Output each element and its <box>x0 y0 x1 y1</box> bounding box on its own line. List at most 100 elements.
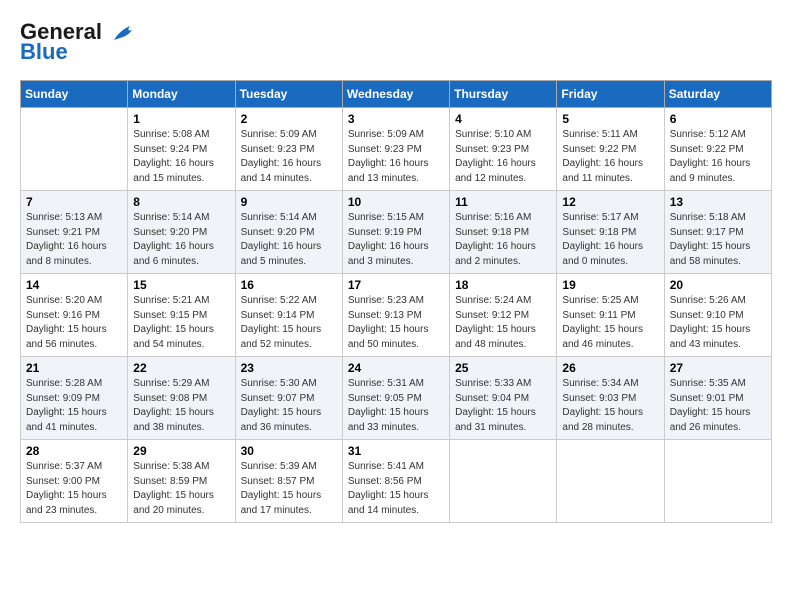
day-number: 3 <box>348 112 444 126</box>
day-number: 12 <box>562 195 658 209</box>
day-info: Sunrise: 5:22 AMSunset: 9:14 PMDaylight:… <box>241 294 337 352</box>
day-cell: 4 Sunrise: 5:10 AMSunset: 9:23 PMDaylight… <box>450 108 557 191</box>
day-info: Sunrise: 5:16 AMSunset: 9:18 PMDaylight:… <box>455 211 551 269</box>
day-number: 28 <box>26 444 122 458</box>
day-number: 26 <box>562 361 658 375</box>
logo-bird-icon <box>110 22 136 44</box>
day-number: 15 <box>133 278 229 292</box>
day-info: Sunrise: 5:23 AMSunset: 9:13 PMDaylight:… <box>348 294 444 352</box>
day-cell: 17 Sunrise: 5:23 AMSunset: 9:13 PMDayligh… <box>342 274 449 357</box>
week-row-2: 7 Sunrise: 5:13 AMSunset: 9:21 PMDaylight… <box>21 191 772 274</box>
day-number: 4 <box>455 112 551 126</box>
day-cell: 11 Sunrise: 5:16 AMSunset: 9:18 PMDayligh… <box>450 191 557 274</box>
day-cell <box>450 440 557 523</box>
day-cell: 1Sunrise: 5:08 AMSunset: 9:24 PMDaylight… <box>128 108 235 191</box>
day-cell: 28 Sunrise: 5:37 AMSunset: 9:00 PMDayligh… <box>21 440 128 523</box>
day-number: 19 <box>562 278 658 292</box>
day-info: Sunrise: 5:11 AMSunset: 9:22 PMDaylight:… <box>562 128 658 186</box>
day-cell <box>21 108 128 191</box>
day-number: 25 <box>455 361 551 375</box>
day-cell: 26 Sunrise: 5:34 AMSunset: 9:03 PMDayligh… <box>557 357 664 440</box>
day-cell: 10Sunrise: 5:15 AMSunset: 9:19 PMDayligh… <box>342 191 449 274</box>
day-info: Sunrise: 5:39 AMSunset: 8:57 PMDaylight:… <box>241 460 337 518</box>
day-cell: 5 Sunrise: 5:11 AMSunset: 9:22 PMDaylight… <box>557 108 664 191</box>
day-info: Sunrise: 5:17 AMSunset: 9:18 PMDaylight:… <box>562 211 658 269</box>
day-number: 14 <box>26 278 122 292</box>
day-cell: 12 Sunrise: 5:17 AMSunset: 9:18 PMDayligh… <box>557 191 664 274</box>
day-cell: 9 Sunrise: 5:14 AMSunset: 9:20 PMDaylight… <box>235 191 342 274</box>
day-number: 1 <box>133 112 229 126</box>
day-cell: 15 Sunrise: 5:21 AMSunset: 9:15 PMDayligh… <box>128 274 235 357</box>
day-number: 27 <box>670 361 766 375</box>
weekday-header-saturday: Saturday <box>664 81 771 108</box>
calendar-table: SundayMondayTuesdayWednesdayThursdayFrid… <box>20 80 772 523</box>
day-number: 18 <box>455 278 551 292</box>
day-info: Sunrise: 5:09 AMSunset: 9:23 PMDaylight:… <box>348 128 444 186</box>
weekday-header-friday: Friday <box>557 81 664 108</box>
page-header: General Blue <box>20 20 772 64</box>
day-cell: 7 Sunrise: 5:13 AMSunset: 9:21 PMDaylight… <box>21 191 128 274</box>
day-info: Sunrise: 5:28 AMSunset: 9:09 PMDaylight:… <box>26 377 122 435</box>
day-info: Sunrise: 5:12 AMSunset: 9:22 PMDaylight:… <box>670 128 766 186</box>
day-info: Sunrise: 5:26 AMSunset: 9:10 PMDaylight:… <box>670 294 766 352</box>
day-cell: 30 Sunrise: 5:39 AMSunset: 8:57 PMDayligh… <box>235 440 342 523</box>
day-info: Sunrise: 5:15 AMSunset: 9:19 PMDaylight:… <box>348 211 444 269</box>
day-info: Sunrise: 5:31 AMSunset: 9:05 PMDaylight:… <box>348 377 444 435</box>
day-cell: 22 Sunrise: 5:29 AMSunset: 9:08 PMDayligh… <box>128 357 235 440</box>
day-info: Sunrise: 5:09 AMSunset: 9:23 PMDaylight:… <box>241 128 337 186</box>
day-info: Sunrise: 5:29 AMSunset: 9:08 PMDaylight:… <box>133 377 229 435</box>
day-cell <box>557 440 664 523</box>
week-row-4: 21Sunrise: 5:28 AMSunset: 9:09 PMDayligh… <box>21 357 772 440</box>
day-cell: 31Sunrise: 5:41 AMSunset: 8:56 PMDayligh… <box>342 440 449 523</box>
logo: General Blue <box>20 20 136 64</box>
day-number: 23 <box>241 361 337 375</box>
day-info: Sunrise: 5:13 AMSunset: 9:21 PMDaylight:… <box>26 211 122 269</box>
day-cell: 2 Sunrise: 5:09 AMSunset: 9:23 PMDaylight… <box>235 108 342 191</box>
day-number: 30 <box>241 444 337 458</box>
weekday-header-tuesday: Tuesday <box>235 81 342 108</box>
weekday-header-row: SundayMondayTuesdayWednesdayThursdayFrid… <box>21 81 772 108</box>
day-cell: 20 Sunrise: 5:26 AMSunset: 9:10 PMDayligh… <box>664 274 771 357</box>
day-info: Sunrise: 5:37 AMSunset: 9:00 PMDaylight:… <box>26 460 122 518</box>
day-number: 2 <box>241 112 337 126</box>
weekday-header-sunday: Sunday <box>21 81 128 108</box>
day-info: Sunrise: 5:34 AMSunset: 9:03 PMDaylight:… <box>562 377 658 435</box>
day-cell <box>664 440 771 523</box>
day-number: 6 <box>670 112 766 126</box>
week-row-1: 1Sunrise: 5:08 AMSunset: 9:24 PMDaylight… <box>21 108 772 191</box>
day-info: Sunrise: 5:20 AMSunset: 9:16 PMDaylight:… <box>26 294 122 352</box>
day-number: 7 <box>26 195 122 209</box>
day-number: 5 <box>562 112 658 126</box>
day-number: 20 <box>670 278 766 292</box>
day-info: Sunrise: 5:38 AMSunset: 8:59 PMDaylight:… <box>133 460 229 518</box>
day-cell: 25 Sunrise: 5:33 AMSunset: 9:04 PMDayligh… <box>450 357 557 440</box>
day-cell: 16 Sunrise: 5:22 AMSunset: 9:14 PMDayligh… <box>235 274 342 357</box>
day-number: 17 <box>348 278 444 292</box>
day-info: Sunrise: 5:33 AMSunset: 9:04 PMDaylight:… <box>455 377 551 435</box>
day-cell: 19 Sunrise: 5:25 AMSunset: 9:11 PMDayligh… <box>557 274 664 357</box>
day-info: Sunrise: 5:14 AMSunset: 9:20 PMDaylight:… <box>133 211 229 269</box>
day-cell: 14 Sunrise: 5:20 AMSunset: 9:16 PMDayligh… <box>21 274 128 357</box>
day-info: Sunrise: 5:30 AMSunset: 9:07 PMDaylight:… <box>241 377 337 435</box>
weekday-header-monday: Monday <box>128 81 235 108</box>
day-info: Sunrise: 5:25 AMSunset: 9:11 PMDaylight:… <box>562 294 658 352</box>
day-number: 24 <box>348 361 444 375</box>
day-number: 16 <box>241 278 337 292</box>
day-number: 9 <box>241 195 337 209</box>
day-info: Sunrise: 5:21 AMSunset: 9:15 PMDaylight:… <box>133 294 229 352</box>
day-number: 8 <box>133 195 229 209</box>
day-info: Sunrise: 5:10 AMSunset: 9:23 PMDaylight:… <box>455 128 551 186</box>
week-row-3: 14 Sunrise: 5:20 AMSunset: 9:16 PMDayligh… <box>21 274 772 357</box>
day-number: 22 <box>133 361 229 375</box>
day-info: Sunrise: 5:24 AMSunset: 9:12 PMDaylight:… <box>455 294 551 352</box>
day-cell: 29 Sunrise: 5:38 AMSunset: 8:59 PMDayligh… <box>128 440 235 523</box>
day-number: 11 <box>455 195 551 209</box>
day-cell: 23 Sunrise: 5:30 AMSunset: 9:07 PMDayligh… <box>235 357 342 440</box>
day-info: Sunrise: 5:18 AMSunset: 9:17 PMDaylight:… <box>670 211 766 269</box>
day-cell: 6 Sunrise: 5:12 AMSunset: 9:22 PMDaylight… <box>664 108 771 191</box>
day-cell: 27Sunrise: 5:35 AMSunset: 9:01 PMDayligh… <box>664 357 771 440</box>
weekday-header-wednesday: Wednesday <box>342 81 449 108</box>
day-number: 29 <box>133 444 229 458</box>
day-info: Sunrise: 5:14 AMSunset: 9:20 PMDaylight:… <box>241 211 337 269</box>
day-cell: 13Sunrise: 5:18 AMSunset: 9:17 PMDayligh… <box>664 191 771 274</box>
